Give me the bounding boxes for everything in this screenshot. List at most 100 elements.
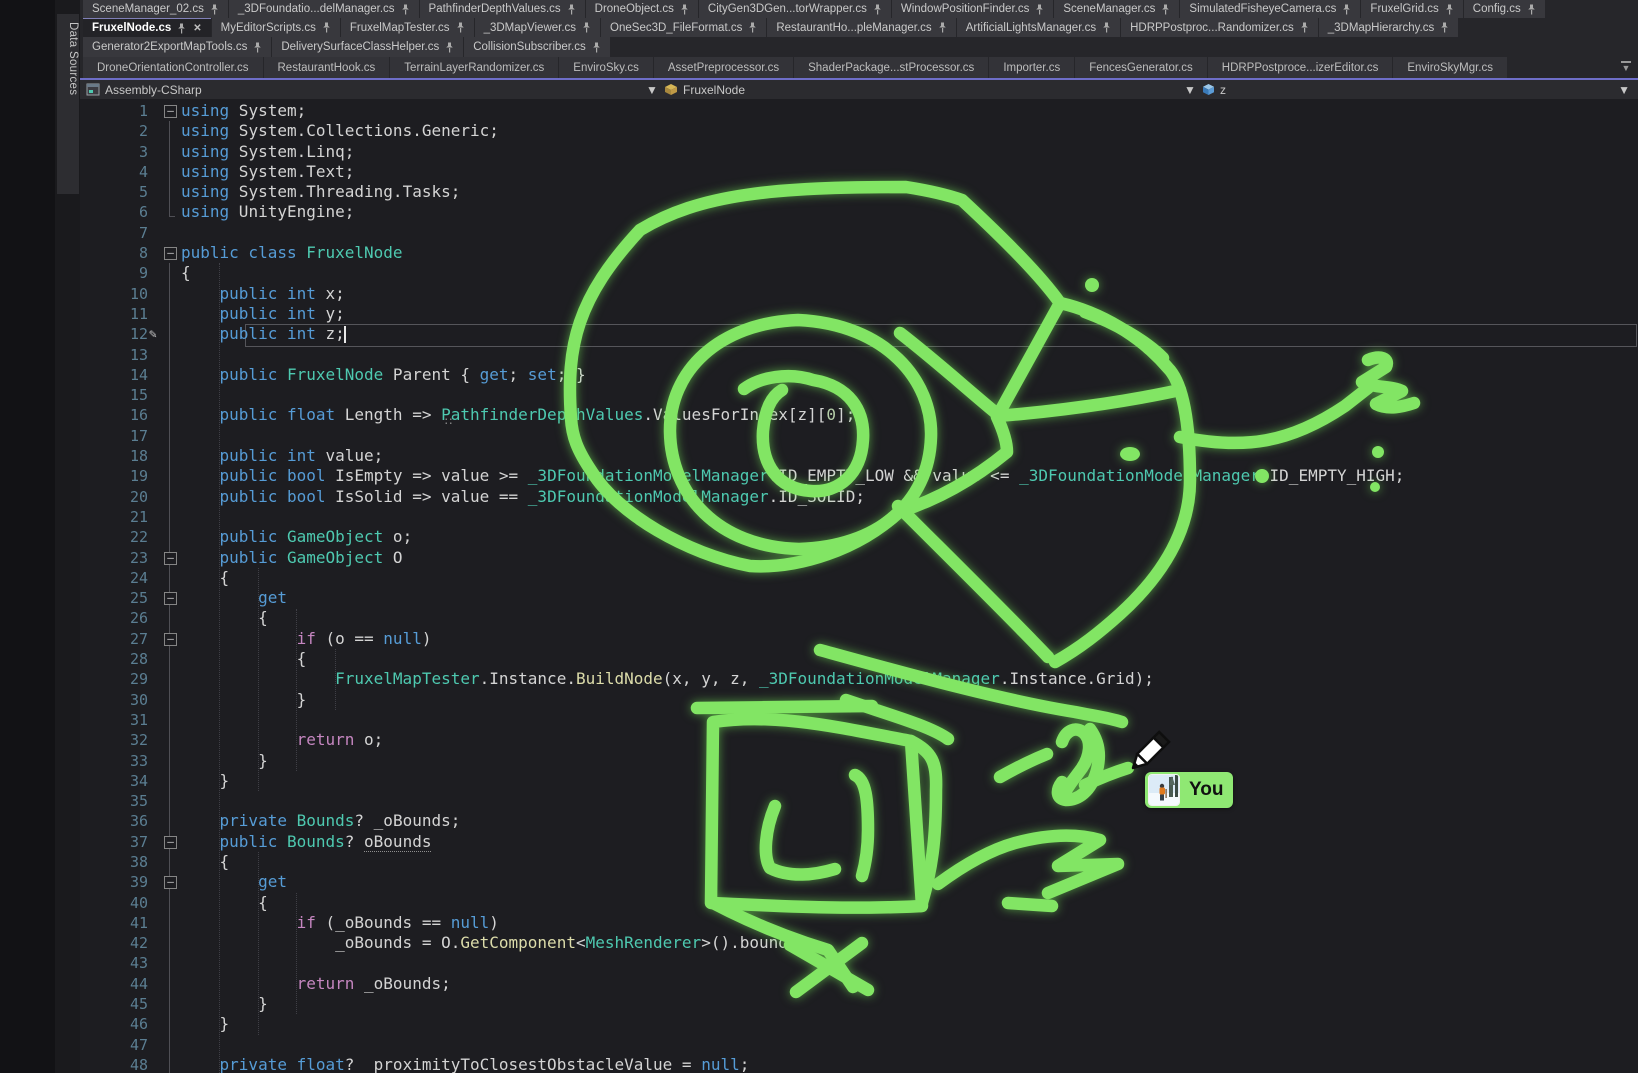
code-line[interactable]: 12✎ public int z; [80,324,1638,344]
fold-collapse-icon[interactable]: – [164,836,177,849]
tab[interactable]: DroneObject.cs [586,0,698,18]
code-line[interactable]: 42 _oBounds = O.GetComponent<MeshRendere… [80,933,1638,953]
pin-icon[interactable] [1161,4,1170,15]
code-line[interactable]: 31 [80,710,1638,730]
chevron-down-icon[interactable]: ▼ [1184,80,1196,99]
pin-icon[interactable] [1445,4,1454,15]
code-line[interactable]: 2using System.Collections.Generic; [80,121,1638,141]
tab[interactable]: SceneManager.cs [1054,0,1179,18]
pin-icon[interactable] [401,4,410,15]
fold-collapse-icon[interactable]: – [164,592,177,605]
breadcrumb-project[interactable]: Assembly-CSharp [86,80,202,99]
fold-collapse-icon[interactable]: – [164,876,177,889]
code-line[interactable]: 25– get [80,588,1638,608]
code-line[interactable]: 23– public GameObject O [80,548,1638,568]
tab[interactable]: Generator2ExportMapTools.cs [83,37,271,57]
code-line[interactable]: 5using System.Threading.Tasks; [80,182,1638,202]
pin-icon[interactable] [1035,4,1044,15]
code-line[interactable]: 26 { [80,608,1638,628]
code-line[interactable]: 28 { [80,649,1638,669]
tab[interactable]: DroneOrientationController.cs [83,57,263,78]
tab[interactable]: SimulatedFisheyeCamera.cs [1180,0,1360,18]
pin-icon[interactable] [1342,4,1351,15]
code-line[interactable]: 1–using System; [80,101,1638,121]
close-icon[interactable]: ✕ [192,23,201,34]
pin-icon[interactable] [680,4,689,15]
pin-icon[interactable] [873,4,882,15]
tab[interactable]: ShaderPackage...stProcessor.cs [794,57,988,78]
code-line[interactable]: 32 return o; [80,730,1638,750]
chevron-down-icon[interactable]: ▼ [646,80,658,99]
code-line[interactable]: 46 } [80,1014,1638,1034]
code-line[interactable]: 6using UnityEngine; [80,202,1638,222]
pin-icon[interactable] [938,22,947,33]
pin-icon[interactable] [592,42,601,53]
code-editor[interactable]: 1–using System;2using System.Collections… [80,99,1638,1073]
tab[interactable]: MyEditorScripts.cs [212,18,340,37]
code-line[interactable]: 10 public int x; [80,284,1638,304]
code-line[interactable]: 36 private Bounds? _oBounds; [80,811,1638,831]
code-line[interactable]: 15 [80,385,1638,405]
code-line[interactable]: 22 public GameObject o; [80,527,1638,547]
breadcrumb-member[interactable]: z [1202,80,1226,99]
chevron-down-icon[interactable]: ▼ [1618,80,1630,99]
code-line[interactable]: 38 { [80,852,1638,872]
tab[interactable]: Importer.cs [989,57,1074,78]
tab[interactable]: CityGen3DGen...torWrapper.cs [699,0,891,18]
tab[interactable]: _3DMapHierarchy.cs [1319,18,1459,37]
pin-icon[interactable] [1102,22,1111,33]
fold-collapse-icon[interactable]: – [164,552,177,565]
code-line[interactable]: 21 [80,507,1638,527]
tab[interactable]: WindowPositionFinder.cs [892,0,1053,18]
tab[interactable]: EnviroSky.cs [559,57,653,78]
code-line[interactable]: 47 [80,1035,1638,1055]
code-line[interactable]: 17 [80,426,1638,446]
tab[interactable]: _3DFoundatio...delManager.cs [229,0,419,18]
code-line[interactable]: 30 } [80,690,1638,710]
code-line[interactable]: 14 public FruxelNode Parent { get; set; … [80,365,1638,385]
tab[interactable]: FencesGenerator.cs [1075,57,1207,78]
code-line[interactable]: 34 } [80,771,1638,791]
tab[interactable]: ArtificialLightsManager.cs [957,18,1120,37]
pin-icon[interactable] [445,42,454,53]
code-line[interactable]: 27– if (o == null) [80,629,1638,649]
code-line[interactable]: 7 [80,223,1638,243]
code-line[interactable]: 44 return _oBounds; [80,974,1638,994]
fold-collapse-icon[interactable]: – [164,633,177,646]
pin-icon[interactable] [1440,22,1449,33]
pin-icon[interactable] [748,22,757,33]
data-sources-vertical-tab[interactable]: Data Sources [57,14,79,194]
pin-icon[interactable] [582,22,591,33]
code-line[interactable]: 33 } [80,751,1638,771]
pin-icon[interactable] [253,42,262,53]
code-line[interactable]: 45 } [80,994,1638,1014]
code-line[interactable]: 19 public bool IsEmpty => value >= _3DFo… [80,466,1638,486]
tab[interactable]: EnviroSkyMgr.cs [1393,57,1507,78]
pin-icon[interactable] [1527,4,1536,15]
tab[interactable]: DeliverySurfaceClassHelper.cs [272,37,463,57]
tab[interactable]: FruxelGrid.cs [1361,0,1462,18]
code-line[interactable]: 40 { [80,893,1638,913]
pin-icon[interactable] [322,22,331,33]
code-line[interactable]: 48 private float? _proximityToClosestObs… [80,1055,1638,1073]
pin-icon[interactable] [1300,22,1309,33]
code-line[interactable]: 37– public Bounds? oBounds [80,832,1638,852]
tab[interactable]: AssetPreprocessor.cs [654,57,793,78]
tab[interactable]: HDRPPostproc...Randomizer.cs [1121,18,1318,37]
tab[interactable]: CollisionSubscriber.cs [464,37,610,57]
breadcrumb-type[interactable]: FruxelNode [664,80,745,99]
tab[interactable]: SceneManager_02.cs [83,0,228,18]
code-line[interactable]: 13 [80,345,1638,365]
code-line[interactable]: 20 public bool IsSolid => value == _3DFo… [80,487,1638,507]
code-line[interactable]: 35 [80,791,1638,811]
code-line[interactable]: 4using System.Text; [80,162,1638,182]
code-line[interactable]: 39– get [80,872,1638,892]
tab[interactable]: FruxelMapTester.cs [341,18,474,37]
code-line[interactable]: 8–public class FruxelNode [80,243,1638,263]
tab[interactable]: PathfinderDepthValues.cs [420,0,585,18]
tab[interactable]: Config.cs [1464,0,1545,18]
code-line[interactable]: 43 [80,953,1638,973]
tab[interactable]: RestaurantHo...pleManager.cs [767,18,955,37]
fold-collapse-icon[interactable]: – [164,247,177,260]
code-line[interactable]: 9{ [80,263,1638,283]
